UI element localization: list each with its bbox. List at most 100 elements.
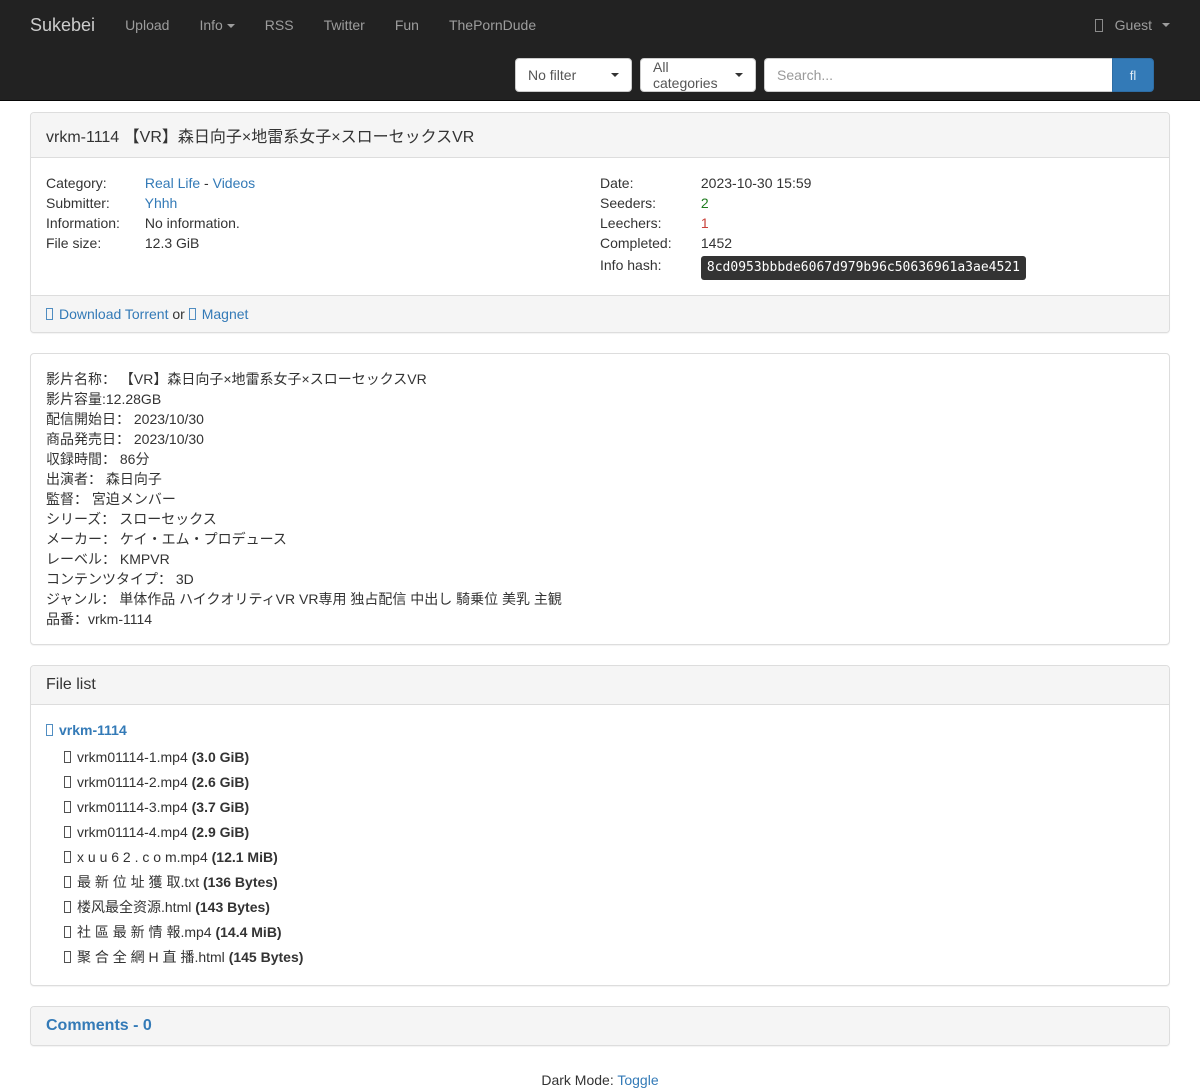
user-menu[interactable]: Guest	[1080, 2, 1185, 48]
search-input-group: fl	[764, 58, 1154, 92]
file-row: vrkm01114-2.mp4 (2.6 GiB)	[64, 770, 1154, 795]
file-icon	[64, 776, 71, 788]
category-separator: -	[204, 175, 209, 191]
category-label: Category:	[46, 173, 141, 193]
download-icon	[46, 308, 53, 320]
description-line: メーカー： ケイ・エム・プロデュース	[46, 529, 1154, 549]
description-line: 収録時間： 86分	[46, 449, 1154, 469]
file-name: x u u 6 2 . c o m.mp4	[77, 849, 208, 865]
file-size: (145 Bytes)	[229, 949, 304, 965]
nav-item-fun[interactable]: Fun	[380, 2, 434, 48]
file-icon	[64, 851, 71, 863]
seeders-row: Seeders: 2	[600, 193, 1154, 213]
magnet-label: Magnet	[202, 306, 249, 322]
filesize-label: File size:	[46, 233, 141, 253]
filelist-header: File list	[31, 666, 1169, 705]
file-name: vrkm01114-2.mp4	[77, 774, 188, 790]
download-torrent-label: Download Torrent	[59, 306, 168, 322]
magnet-link[interactable]: Magnet	[189, 306, 249, 322]
file-icon	[64, 926, 71, 938]
file-name: 楼风最全资源.html	[77, 899, 191, 915]
file-icon	[64, 826, 71, 838]
description-line: シリーズ： スローセックス	[46, 509, 1154, 529]
navbar: Sukebei Upload Info RSS Twitter Fun TheP…	[0, 0, 1200, 101]
comments-header: Comments - 0	[31, 1007, 1169, 1045]
file-icon	[64, 951, 71, 963]
navbar-search-row: No filter All categories fl	[0, 50, 1200, 100]
file-size: (3.0 GiB)	[192, 749, 250, 765]
file-row: 最 新 位 址 獲 取.txt (136 Bytes)	[64, 870, 1154, 895]
completed-row: Completed: 1452	[600, 233, 1154, 253]
dark-mode-toggle[interactable]: Toggle	[617, 1072, 658, 1088]
nav-item-twitter[interactable]: Twitter	[309, 2, 380, 48]
chevron-down-icon	[735, 73, 743, 77]
download-torrent-link[interactable]: Download Torrent	[46, 306, 168, 322]
nav-item-rss[interactable]: RSS	[250, 2, 309, 48]
file-size: (2.6 GiB)	[192, 774, 250, 790]
or-text: or	[172, 306, 184, 322]
leechers-count: 1	[701, 215, 709, 231]
torrent-details: Category: Real Life - Videos Submitter: …	[31, 158, 1169, 295]
file-name: 社 區 最 新 情 報.mp4	[77, 924, 212, 940]
file-row: x u u 6 2 . c o m.mp4 (12.1 MiB)	[64, 845, 1154, 870]
filesize-value: 12.3 GiB	[145, 235, 199, 251]
filelist-panel: File list vrkm-1114 vrkm01114-1.mp4 (3.0…	[30, 665, 1170, 986]
file-icon	[64, 876, 71, 888]
submitter-label: Submitter:	[46, 193, 141, 213]
category-select-value: All categories	[653, 59, 731, 91]
folder-toggle[interactable]: vrkm-1114	[46, 720, 1154, 740]
filelist-title: File list	[46, 676, 96, 693]
information-value: No information.	[145, 215, 240, 231]
nav-links: Upload Info RSS Twitter Fun ThePornDude	[110, 2, 551, 48]
file-size: (3.7 GiB)	[192, 799, 250, 815]
comments-title-link[interactable]: Comments - 0	[46, 1017, 152, 1034]
filter-select-value: No filter	[528, 67, 576, 83]
torrent-title-header: vrkm-1114 【VR】森日向子×地雷系女子×スローセックスVR	[31, 113, 1169, 158]
main-container: vrkm-1114 【VR】森日向子×地雷系女子×スローセックスVR Categ…	[30, 112, 1170, 1088]
filter-select[interactable]: No filter	[515, 58, 632, 92]
seeders-count: 2	[701, 195, 709, 211]
search-input[interactable]	[764, 58, 1112, 92]
description-line: 監督： 宮迫メンバー	[46, 489, 1154, 509]
file-icon	[64, 901, 71, 913]
date-label: Date:	[600, 173, 697, 193]
file-size: (143 Bytes)	[195, 899, 270, 915]
filelist-body: vrkm-1114 vrkm01114-1.mp4 (3.0 GiB) vrkm…	[31, 705, 1169, 985]
category-link-child[interactable]: Videos	[213, 175, 256, 191]
leechers-label: Leechers:	[600, 213, 697, 233]
category-link-parent[interactable]: Real Life	[145, 175, 200, 191]
date-value: 2023-10-30 15:59	[701, 175, 812, 191]
brand-logo[interactable]: Sukebei	[15, 15, 110, 36]
description-body: 影片名称： 【VR】森日向子×地雷系女子×スローセックスVR 影片容量:12.2…	[31, 354, 1169, 644]
dark-mode-label: Dark Mode:	[541, 1072, 613, 1088]
description-line: 影片名称： 【VR】森日向子×地雷系女子×スローセックスVR	[46, 369, 1154, 389]
details-left-column: Category: Real Life - Videos Submitter: …	[46, 173, 600, 280]
file-name: 最 新 位 址 獲 取.txt	[77, 874, 199, 890]
information-label: Information:	[46, 213, 141, 233]
nav-item-theporndude[interactable]: ThePornDude	[434, 2, 551, 48]
chevron-down-icon	[611, 73, 619, 77]
submitter-link[interactable]: Yhhh	[145, 195, 178, 211]
nav-item-info[interactable]: Info	[184, 2, 249, 48]
search-form: No filter All categories fl	[515, 58, 1154, 92]
details-right-column: Date: 2023-10-30 15:59 Seeders: 2 Leeche…	[600, 173, 1154, 280]
description-line: レーベル： KMPVR	[46, 549, 1154, 569]
navbar-main-row: Sukebei Upload Info RSS Twitter Fun TheP…	[0, 0, 1200, 50]
search-button[interactable]: fl	[1112, 58, 1154, 92]
torrent-actions-footer: Download Torrent or Magnet	[31, 295, 1169, 332]
infohash-value: 8cd0953bbbde6067d979b96c50636961a3ae4521	[701, 256, 1026, 280]
file-list: vrkm01114-1.mp4 (3.0 GiB) vrkm01114-2.mp…	[64, 745, 1154, 970]
category-select[interactable]: All categories	[640, 58, 756, 92]
file-row: vrkm01114-3.mp4 (3.7 GiB)	[64, 795, 1154, 820]
date-row: Date: 2023-10-30 15:59	[600, 173, 1154, 193]
category-row: Category: Real Life - Videos	[46, 173, 600, 193]
file-row: vrkm01114-4.mp4 (2.9 GiB)	[64, 820, 1154, 845]
folder-name: vrkm-1114	[59, 722, 127, 738]
completed-count: 1452	[701, 235, 732, 251]
description-line: 配信開始日： 2023/10/30	[46, 409, 1154, 429]
page-title: vrkm-1114 【VR】森日向子×地雷系女子×スローセックスVR	[46, 129, 474, 146]
file-size: (2.9 GiB)	[192, 824, 250, 840]
nav-item-upload[interactable]: Upload	[110, 2, 184, 48]
leechers-row: Leechers: 1	[600, 213, 1154, 233]
user-menu-label: Guest	[1115, 17, 1152, 33]
